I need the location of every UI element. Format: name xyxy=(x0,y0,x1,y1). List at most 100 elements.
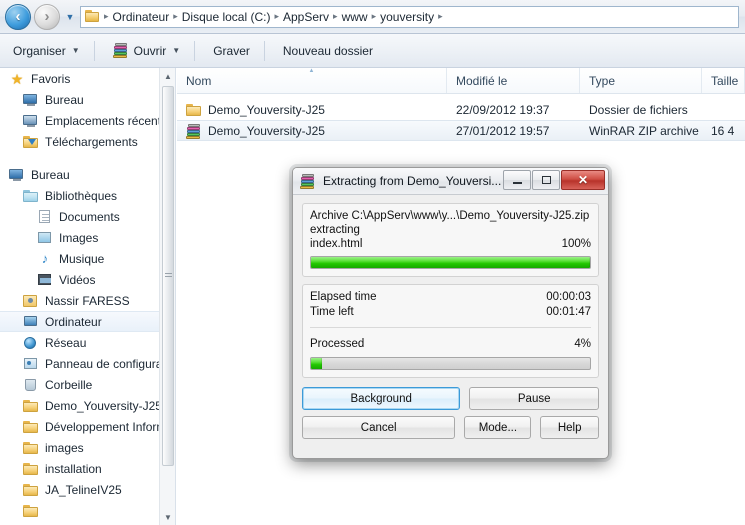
sidebar-item-bureau[interactable]: Bureau xyxy=(0,164,175,185)
current-file-panel: Archive C:\AppServ\www\y...\Demo_Youvers… xyxy=(302,203,599,277)
pause-button[interactable]: Pause xyxy=(469,387,599,410)
sidebar-item-favoris[interactable]: ★ Favoris xyxy=(0,68,175,89)
dialog-title-bar[interactable]: Extracting from Demo_Youversi... ✕ xyxy=(293,168,608,195)
breadcrumb-item-ordinateur[interactable]: Ordinateur xyxy=(110,10,173,24)
sidebar-item-label: Corbeille xyxy=(45,377,93,392)
ouvrir-button[interactable]: Ouvrir ▼ xyxy=(104,38,190,64)
sidebar-item-label: images xyxy=(45,440,84,455)
processed-progress-fill xyxy=(311,358,323,369)
folder-icon xyxy=(22,398,40,414)
sidebar-item-videos[interactable]: Vidéos xyxy=(0,269,175,290)
sidebar-item-label: Développement Informa xyxy=(45,419,174,434)
graver-button[interactable]: Graver xyxy=(204,38,259,64)
sidebar-item-bibliotheques[interactable]: Bibliothèques xyxy=(0,185,175,206)
back-button[interactable]: ‹ xyxy=(5,3,31,30)
current-file-percent: 100% xyxy=(561,238,591,250)
sidebar-item-images[interactable]: Images xyxy=(0,227,175,248)
user-folder-icon xyxy=(22,293,40,309)
graver-label: Graver xyxy=(213,43,250,58)
processed-label: Processed xyxy=(310,338,365,350)
breadcrumb-item-www[interactable]: www xyxy=(339,10,371,24)
folder-icon xyxy=(22,461,40,477)
breadcrumb-item-appserv[interactable]: AppServ xyxy=(280,10,332,24)
sidebar-item-label: Bibliothèques xyxy=(45,188,118,203)
breadcrumb-item-youversity[interactable]: youversity xyxy=(377,10,437,24)
sidebar-item-images-folder[interactable]: images xyxy=(0,437,175,458)
dialog-button-row-2: Cancel Mode... Help xyxy=(302,416,599,439)
sidebar-item-telechargements[interactable]: Téléchargements xyxy=(0,131,175,152)
sidebar-item-ja-telineiv25[interactable]: JA_TelineIV25 xyxy=(0,479,175,500)
sidebar-item-bureau-favoris[interactable]: Bureau xyxy=(0,89,175,110)
processed-progress-bar xyxy=(310,357,591,370)
help-button[interactable]: Help xyxy=(540,416,599,439)
toolbar: Organiser ▼ Ouvrir ▼ Graver Nouveau doss… xyxy=(0,34,745,68)
sidebar-item-label: Bureau xyxy=(45,92,84,107)
close-icon: ✕ xyxy=(577,173,589,187)
column-header-taille[interactable]: Taille xyxy=(702,68,745,93)
processed-row: Processed 4% xyxy=(310,337,591,352)
sidebar-item-nassir-faress[interactable]: Nassir FARESS xyxy=(0,290,175,311)
navigation-pane: ★ Favoris Bureau Emplacements récents Té… xyxy=(0,68,176,525)
downloads-icon xyxy=(22,134,40,150)
sidebar-item-label: Documents xyxy=(59,209,120,224)
folder-icon xyxy=(22,440,40,456)
minimize-button[interactable] xyxy=(503,170,531,190)
breadcrumb-item-disque-local[interactable]: Disque local (C:) xyxy=(179,10,274,24)
file-type-cell: Dossier de fichiers xyxy=(589,102,688,117)
sidebar-item-label: Favoris xyxy=(31,71,71,86)
network-icon xyxy=(22,335,40,351)
nouveau-dossier-button[interactable]: Nouveau dossier xyxy=(274,38,382,64)
column-label: Type xyxy=(589,73,616,88)
scrollbar-thumb[interactable] xyxy=(162,86,174,466)
elapsed-time-label: Elapsed time xyxy=(310,291,377,303)
sidebar-item-partial[interactable] xyxy=(0,500,175,521)
column-label: Modifié le xyxy=(456,73,508,88)
current-file-progress-fill xyxy=(311,257,590,268)
breadcrumb[interactable]: ▸ Ordinateur ▸ Disque local (C:) ▸ AppSe… xyxy=(80,5,739,28)
back-arrow-icon: ‹ xyxy=(15,8,21,25)
maximize-icon xyxy=(541,176,551,184)
maximize-button[interactable] xyxy=(532,170,560,190)
sidebar-item-label: Emplacements récents xyxy=(45,113,168,128)
column-header-type[interactable]: Type xyxy=(580,68,702,93)
table-row[interactable]: Demo_Youversity-J25 22/09/2012 19:37 Dos… xyxy=(177,99,745,120)
scroll-down-icon[interactable]: ▼ xyxy=(160,509,175,525)
toolbar-divider xyxy=(93,40,95,61)
file-name: Demo_Youversity-J25 xyxy=(208,102,325,117)
minimize-icon xyxy=(512,181,522,184)
close-button[interactable]: ✕ xyxy=(561,170,605,190)
folder-icon xyxy=(185,102,203,118)
file-size-cell: 16 4 xyxy=(711,123,735,138)
sidebar-item-reseau[interactable]: Réseau xyxy=(0,332,175,353)
scroll-up-icon[interactable]: ▲ xyxy=(160,68,175,84)
file-modified-cell: 22/09/2012 19:37 xyxy=(456,102,550,117)
cancel-button[interactable]: Cancel xyxy=(302,416,456,439)
breadcrumb-separator: ▸ xyxy=(438,11,443,21)
sidebar-item-developpement-informatique[interactable]: Développement Informa xyxy=(0,416,175,437)
column-header-row: Nom Modifié le Type Taille xyxy=(177,68,745,94)
column-header-modifie-le[interactable]: Modifié le xyxy=(447,68,580,93)
chevron-down-icon: ▼ xyxy=(172,46,181,55)
document-icon xyxy=(36,209,54,225)
navigation-scrollbar[interactable]: ▲ ▼ xyxy=(159,68,175,525)
sidebar-item-corbeille[interactable]: Corbeille xyxy=(0,374,175,395)
background-button[interactable]: Background xyxy=(302,387,461,410)
chevron-down-icon: ▼ xyxy=(71,46,80,55)
winrar-icon xyxy=(185,123,203,139)
sidebar-item-installation[interactable]: installation xyxy=(0,458,175,479)
sidebar-item-emplacements-recents[interactable]: Emplacements récents xyxy=(0,110,175,131)
sidebar-item-musique[interactable]: ♪ Musique xyxy=(0,248,175,269)
column-header-nom[interactable]: Nom xyxy=(177,68,447,93)
history-dropdown-button[interactable]: ▼ xyxy=(62,6,78,28)
sidebar-item-ordinateur[interactable]: Ordinateur xyxy=(0,311,175,332)
sidebar-item-documents[interactable]: Documents xyxy=(0,206,175,227)
window-controls: ✕ xyxy=(502,170,605,190)
table-row[interactable]: Demo_Youversity-J25 27/01/2012 19:57 Win… xyxy=(177,120,745,141)
organiser-button[interactable]: Organiser ▼ xyxy=(4,38,89,64)
forward-button[interactable]: › xyxy=(34,3,60,30)
sidebar-item-demo-youversity-j25[interactable]: Demo_Youversity-J25 xyxy=(0,395,175,416)
sidebar-item-panneau-de-configuration[interactable]: Panneau de configuratio xyxy=(0,353,175,374)
mode-button[interactable]: Mode... xyxy=(464,416,532,439)
sidebar-item-label: Musique xyxy=(59,251,105,266)
